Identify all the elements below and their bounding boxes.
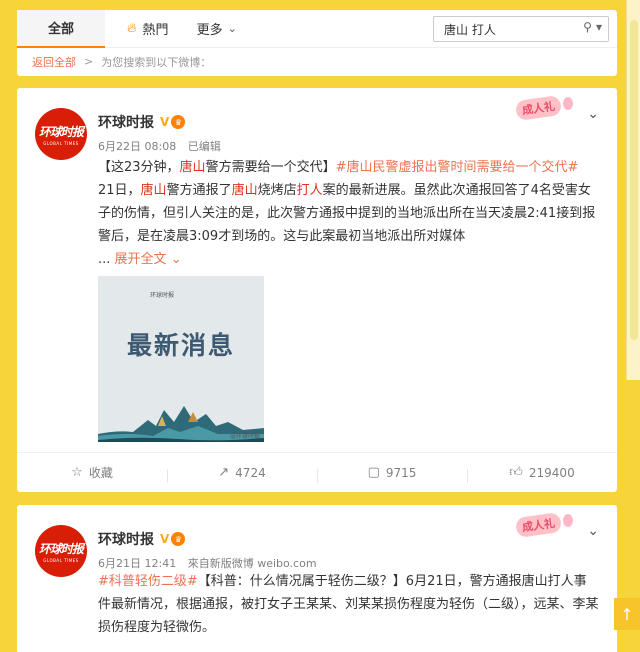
weibo-post: 环球时报 GLOBAL TIMES 环球时报 V ♛ 6月22日 08:08 已… [17,88,617,492]
comment-count: 9715 [385,465,417,480]
top-nav-card: 全部 🔥︎ 熱門 更多 ⌄ 唐山 打人 ⚲ ▾ 返回全部 > 为您搜索到以下微博… [17,9,617,76]
avatar[interactable]: 环球时报 GLOBAL TIMES [35,525,87,577]
post-time[interactable]: 6月21日 12:41 [98,557,176,570]
balloon-icon [563,96,573,110]
hashtag-link[interactable]: #唐山民警虚报出警时间需要给一个交代# [336,160,579,175]
star-icon: ☆ [71,465,83,480]
back-to-all-link[interactable]: 返回全部 [32,54,76,70]
verified-icon: V [160,532,170,546]
avatar[interactable]: 环球时报 GLOBAL TIMES [35,108,87,160]
scroll-thumb[interactable] [630,20,638,340]
post-actions: ☆ 收藏 ↗ 4724 ▢ 9715 👍︎ 219400 [17,452,617,492]
search-icon[interactable]: ⚲ [583,20,592,34]
image-logo: 环球时报 [150,292,175,299]
post-time[interactable]: 6月22日 08:08 [98,140,176,153]
back-to-top-button[interactable]: ↑ [614,598,640,630]
coming-of-age-badge: 成人礼 [514,511,573,539]
post-menu-chevron-icon[interactable]: ⌄ [587,523,599,539]
image-watermark: @环球时报 [229,433,260,440]
breadcrumb: 返回全部 > 为您搜索到以下微博： [17,48,617,75]
tab-more[interactable]: 更多 ⌄ [197,10,237,48]
tab-all[interactable]: 全部 [17,9,105,48]
search-input[interactable]: 唐山 打人 ⚲ ▾ [433,16,609,42]
avatar-logo-subtext: GLOBAL TIMES [43,140,79,146]
badge-label: 成人礼 [514,511,563,539]
post-meta: 6月21日 12:41 來自新版微博 weibo.com [98,555,317,571]
avatar-logo-text: 环球时报 [38,541,84,556]
repost-icon: ↗ [218,465,230,480]
expand-full-text-link[interactable]: 展开全文 ⌄ [115,252,182,267]
text-segment: 21日， [98,183,141,198]
weibo-post: 环球时报 GLOBAL TIMES 环球时报 V ♛ 6月21日 12:41 來… [17,505,617,652]
chevron-down-icon: ⌄ [170,252,182,267]
image-title: 最新消息 [126,331,235,360]
search-result-label: 为您搜索到以下微博： [101,55,212,69]
vip-crown-icon: ♛ [171,115,186,129]
verified-icon: V [160,115,170,129]
tab-bar: 全部 🔥︎ 熱門 更多 ⌄ 唐山 打人 ⚲ ▾ [17,9,617,48]
keyword-highlight: 唐山 [179,160,206,175]
tab-hot[interactable]: 🔥︎ 熱門 [127,10,169,48]
post-meta: 6月22日 08:08 已编辑 [98,138,221,154]
post-source: 來自新版微博 weibo.com [187,557,317,570]
text-segment: 【这23分钟， [98,160,180,175]
comment-button[interactable]: ▢ 9715 [317,465,467,483]
text-segment: 烧烤店 [257,183,297,198]
flame-icon: 🔥︎ [127,21,137,36]
text-segment: 警方通报了 [166,183,232,198]
thumbs-up-icon: 👍︎ [509,465,523,480]
author-name[interactable]: 环球时报 [98,112,154,132]
tab-more-label: 更多 [196,23,223,38]
side-scrollbar[interactable] [626,0,640,380]
text-segment: 警方需要给一个交代】 [205,160,336,175]
expand-label: 展开全文 [114,252,167,267]
repost-button[interactable]: ↗ 4724 [167,465,317,483]
repost-count: 4724 [235,465,266,480]
vip-crown-icon: ♛ [171,532,186,546]
like-count: 219400 [528,465,575,480]
favorite-button[interactable]: ☆ 收藏 [17,464,167,481]
post-text: 【这23分钟，唐山警方需要给一个交代】#唐山民警虚报出警时间需要给一个交代# 2… [98,156,599,271]
comment-icon: ▢ [367,465,380,480]
arrow-up-icon: ↑ [620,604,634,624]
breadcrumb-separator-icon: > [84,55,94,68]
post-image[interactable]: 环球时报 最新消息 @环球时报 [98,276,264,442]
favorite-label: 收藏 [88,466,113,480]
like-button[interactable]: 👍︎ 219400 [467,465,617,483]
tab-all-label: 全部 [47,22,74,37]
coming-of-age-badge: 成人礼 [514,94,573,122]
balloon-icon [563,513,573,527]
dropdown-icon[interactable]: ▾ [596,20,602,34]
ellipsis: ... [98,252,115,267]
keyword-highlight: 唐山 [140,183,167,198]
author-name[interactable]: 环球时报 [98,529,154,549]
badge-label: 成人礼 [514,94,563,122]
avatar-logo-subtext: GLOBAL TIMES [43,557,79,563]
hashtag-link[interactable]: #科普轻伤二级# [98,574,198,589]
post-menu-chevron-icon[interactable]: ⌄ [587,106,599,122]
edited-label: 已编辑 [187,140,221,153]
search-query: 唐山 打人 [444,22,496,37]
tab-hot-label: 熱門 [142,23,169,38]
chevron-down-icon: ⌄ [227,22,237,35]
keyword-highlight: 唐山 [231,183,258,198]
avatar-logo-text: 环球时报 [38,124,84,139]
post-text: #科普轻伤二级#【科普：什么情况属于轻伤二级？】6月21日，警方通报唐山打人事件… [98,570,599,639]
keyword-highlight: 打人 [296,183,323,198]
